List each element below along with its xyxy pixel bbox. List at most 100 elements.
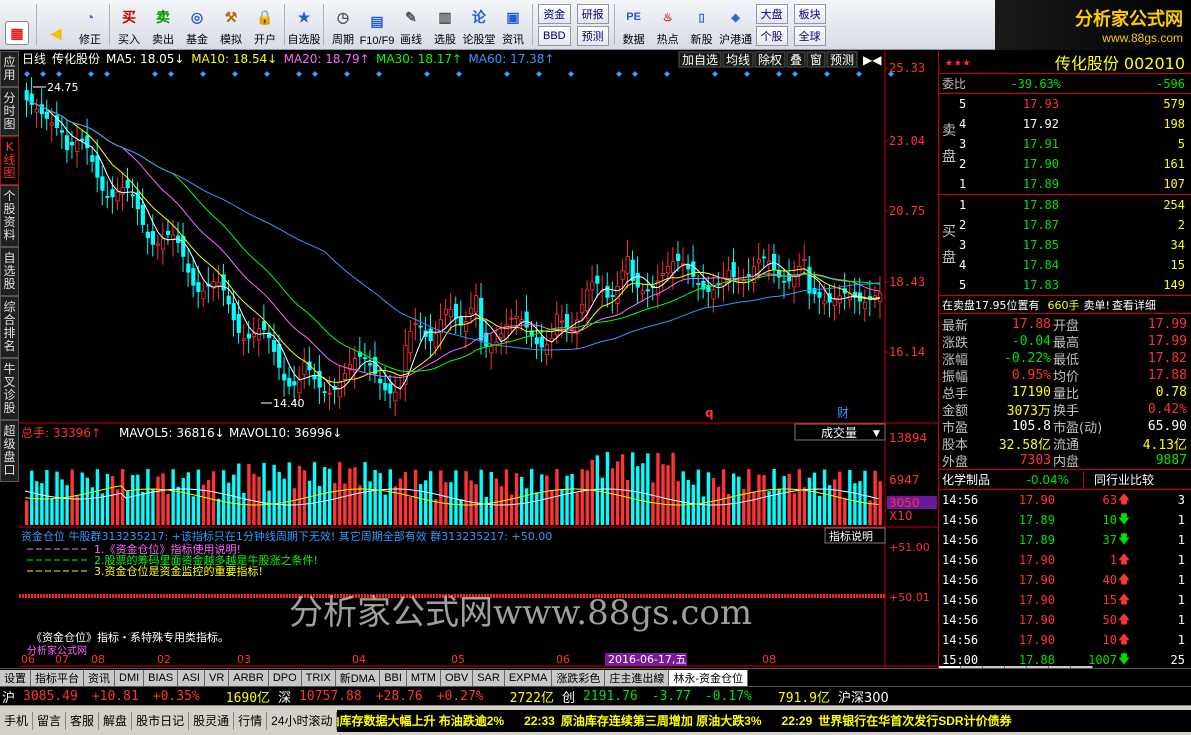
- toolbar-box-button[interactable]: 资金: [538, 3, 571, 24]
- status-item[interactable]: 留言: [33, 711, 67, 730]
- buy-button[interactable]: 买买入: [112, 0, 146, 49]
- sell-level-2[interactable]: 2 17.90 161: [959, 154, 1191, 174]
- volume-bar: [287, 462, 291, 525]
- indicator-tab[interactable]: VR: [204, 669, 230, 686]
- news-ticker[interactable]: 油库存数据大幅上升 布油跌逾2% 22:33 原油库存连续第三周增加 原油大跌3% 2…: [337, 709, 1191, 732]
- hk-connect-button[interactable]: ◈ 沪港通: [719, 0, 753, 49]
- buy-level-2[interactable]: 2 17.87 2: [959, 215, 1191, 235]
- sell-level-1[interactable]: 1 17.89 107: [959, 174, 1191, 194]
- indicator-tab[interactable]: 涨跌彩色: [552, 669, 606, 686]
- indicator-tab[interactable]: DPO: [268, 669, 302, 686]
- indicator-tab[interactable]: BBI: [380, 669, 407, 686]
- volume-bar: [479, 469, 483, 525]
- watchlist-button[interactable]: ★ 自选股: [287, 0, 321, 49]
- fund-button[interactable]: ◎ 基金: [180, 0, 214, 49]
- indicator-tab[interactable]: BIAS: [144, 669, 179, 686]
- indicator-tab[interactable]: 指标平台: [31, 669, 84, 686]
- back-button[interactable]: ◀: [39, 0, 73, 49]
- open-account-button[interactable]: 🔒 开户: [248, 0, 282, 49]
- stat-value: 0.42%: [1147, 402, 1187, 417]
- indicator-tab[interactable]: ARBR: [229, 669, 269, 686]
- stock-select-button[interactable]: ▥ 选股: [428, 0, 462, 49]
- event-marker-finance[interactable]: 财: [837, 406, 849, 420]
- buy-level-3[interactable]: 3 17.85 34: [959, 235, 1191, 255]
- buy-level-5[interactable]: 5 17.83 149: [959, 275, 1191, 295]
- indicator-tab[interactable]: 资讯: [84, 669, 115, 686]
- indicator-tab[interactable]: SAR: [473, 669, 505, 686]
- indicator-tab[interactable]: TRIX: [301, 669, 336, 686]
- volume-bar: [550, 490, 554, 525]
- f10-button[interactable]: ▤ F10/F9: [360, 0, 395, 49]
- indicator-tab[interactable]: MTM: [406, 669, 441, 686]
- forum-button[interactable]: 论论股堂: [462, 0, 496, 49]
- status-item[interactable]: 股灵通: [189, 711, 235, 730]
- index-name[interactable]: 深: [278, 687, 291, 706]
- data-button[interactable]: PE 数据: [617, 0, 651, 49]
- buy-level-4[interactable]: 4 17.84 15: [959, 255, 1191, 275]
- indicator-tab[interactable]: DMI: [115, 669, 145, 686]
- hotspot-button[interactable]: ♨ 热点: [651, 0, 685, 49]
- toolbar-box-button[interactable]: 全球: [793, 25, 826, 46]
- sell-button[interactable]: 卖卖出: [146, 0, 180, 49]
- toolbar-box-button[interactable]: 板块: [793, 3, 826, 24]
- high-price-label: 24.75: [47, 81, 79, 94]
- status-item[interactable]: 手机: [0, 711, 34, 730]
- news-button[interactable]: ▣ 资讯: [496, 0, 530, 49]
- left-tab-4[interactable]: 自选股: [0, 247, 19, 296]
- notice-link[interactable]: 查看详细: [1112, 297, 1156, 313]
- newstock-button[interactable]: ▯ 新股: [685, 0, 719, 49]
- indicator-tab[interactable]: 设置: [0, 669, 31, 686]
- left-tab-7[interactable]: 超级盘口: [0, 420, 19, 482]
- status-item[interactable]: 24小时滚动: [267, 711, 338, 730]
- indicator-tab[interactable]: EXPMA: [504, 669, 553, 686]
- toolbar-box-button[interactable]: 研报: [576, 3, 609, 24]
- compare-button[interactable]: 同行业比较: [1083, 471, 1154, 488]
- modify-button[interactable]: ◔ 修正: [73, 0, 107, 49]
- weibi-label: 委比: [942, 77, 967, 91]
- sell-level-3[interactable]: 3 17.91 5: [959, 134, 1191, 154]
- status-item[interactable]: 解盘: [99, 711, 133, 730]
- index-name[interactable]: 沪深300: [838, 687, 889, 706]
- status-item[interactable]: 股市日记: [132, 711, 190, 730]
- indicator-tab[interactable]: 庄主進出線: [605, 669, 670, 686]
- period-button[interactable]: ◷ 周期: [326, 0, 360, 49]
- draw-line-button[interactable]: ✎ 画线: [394, 0, 428, 49]
- app-menu-button[interactable]: ▦: [0, 0, 34, 49]
- indicator-tab[interactable]: ASI: [178, 669, 205, 686]
- indicator-tab[interactable]: OBV: [440, 669, 474, 686]
- left-tab-2[interactable]: K线图: [0, 136, 19, 185]
- sell-level-5[interactable]: 5 17.93 579: [959, 94, 1191, 114]
- candle-body: [413, 323, 418, 325]
- indicator-tab[interactable]: 新DMA: [335, 669, 381, 686]
- chart-nav-icon[interactable]: ▶◀: [863, 53, 882, 67]
- toolbar-box-button[interactable]: 个股: [755, 25, 788, 46]
- volume-bar: [600, 477, 605, 525]
- buy-level-1[interactable]: 1 17.88 254: [959, 195, 1191, 215]
- candle-body: [367, 363, 373, 366]
- status-item[interactable]: 客服: [66, 711, 100, 730]
- candle-body: [797, 265, 802, 275]
- price-tick: 16.14: [889, 345, 925, 359]
- toolbar-box-button[interactable]: 预测: [576, 25, 609, 46]
- tick-volume: 15: [1102, 593, 1117, 607]
- index-name[interactable]: 沪: [2, 687, 15, 706]
- indicator-tab[interactable]: 林永-资金仓位: [669, 669, 749, 686]
- toolbar-box-button[interactable]: 大盘: [755, 3, 788, 24]
- status-item[interactable]: 行情: [234, 711, 268, 730]
- volume-bar: [267, 490, 271, 525]
- index-name[interactable]: 创: [562, 687, 575, 706]
- candle-body: [620, 270, 625, 280]
- left-tab-1[interactable]: 分时图: [0, 87, 19, 136]
- left-tab-5[interactable]: 综合排名: [0, 296, 19, 358]
- kline-chart[interactable]: 日线 传化股份 MA5: 18.05↓ MA10: 18.54↓ MA20: 18.79…: [19, 51, 938, 668]
- event-marker-q[interactable]: q: [705, 406, 714, 420]
- left-tab-6[interactable]: 牛叉诊股: [0, 358, 19, 420]
- toolbar-box-button[interactable]: BBD: [538, 25, 571, 46]
- date-cursor-label: 2016-06-17,五: [608, 653, 686, 666]
- big-order-notice[interactable]: 在卖盘17.95位置有 660手 卖单! 查看详细: [939, 296, 1191, 314]
- left-tab-3[interactable]: 个股资料: [0, 185, 19, 247]
- left-tab-0[interactable]: 应用: [0, 51, 19, 87]
- sell-level-4[interactable]: 4 17.92 198: [959, 114, 1191, 134]
- volume-bar: [232, 474, 236, 525]
- simulate-button[interactable]: ⚒ 模拟: [214, 0, 248, 49]
